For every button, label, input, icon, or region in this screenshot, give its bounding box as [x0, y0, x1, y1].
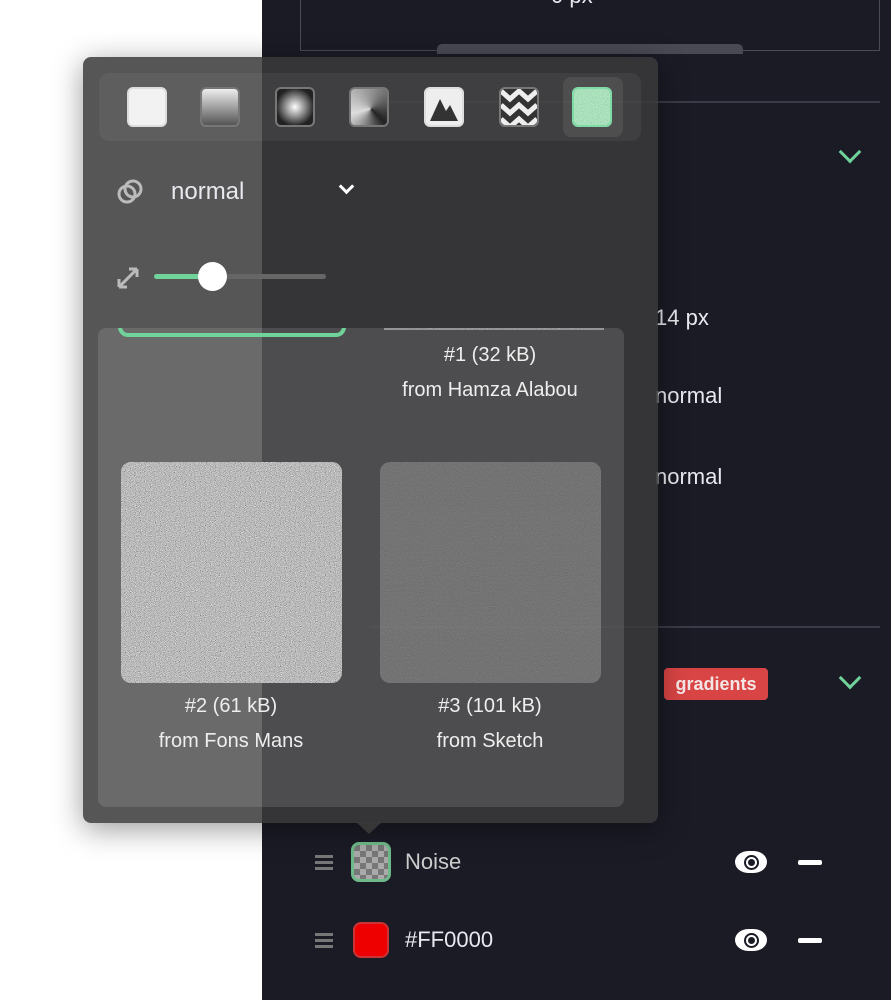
- preset-label: #1 (32 kB): [443, 344, 537, 366]
- fill-name: Noise: [405, 849, 462, 874]
- fill-row-noise[interactable]: Noise: [300, 837, 860, 887]
- preset-label: #2 (61 kB): [184, 695, 278, 717]
- blend-mode-select[interactable]: normal: [171, 178, 244, 206]
- image-fill-icon[interactable]: [424, 87, 464, 127]
- size-value: 14 px: [655, 305, 709, 330]
- fill-type-selector: [99, 73, 641, 141]
- preset-3-thumbnail[interactable]: [380, 462, 601, 683]
- blend-value-1[interactable]: normal: [655, 383, 722, 409]
- remove-icon[interactable]: [798, 859, 822, 865]
- preset-selected-outline: [118, 328, 346, 337]
- fill-name: #FF0000: [405, 927, 494, 952]
- popover-arrow: [356, 822, 382, 834]
- preset-1-thumbnail[interactable]: [384, 328, 604, 330]
- preset-source: from Hamza Alabou: [402, 379, 578, 401]
- scale-slider[interactable]: [154, 262, 326, 291]
- pattern-fill-icon[interactable]: [499, 87, 539, 127]
- segment-tab[interactable]: [437, 44, 743, 54]
- drag-handle-icon[interactable]: [315, 852, 333, 873]
- preset-2-thumbnail[interactable]: [121, 462, 342, 683]
- chevron-down-icon[interactable]: [338, 178, 355, 195]
- noise-presets-grid: #1 (32 kB) from Hamza Alabou #2 (61 kB) …: [98, 328, 624, 807]
- preset-source: from Fons Mans: [158, 730, 304, 752]
- slider-thumb[interactable]: [198, 262, 227, 291]
- noise-fill-icon[interactable]: [572, 87, 612, 127]
- linear-gradient-icon[interactable]: [200, 87, 240, 127]
- remove-icon[interactable]: [798, 937, 822, 943]
- blend-mode-icon: [116, 178, 144, 206]
- expand-icon: [115, 265, 141, 291]
- color-swatch[interactable]: [353, 922, 389, 958]
- radial-gradient-icon[interactable]: [275, 87, 315, 127]
- eye-icon[interactable]: [735, 851, 767, 873]
- blend-value-2[interactable]: normal: [655, 464, 722, 490]
- eye-icon[interactable]: [735, 929, 767, 951]
- fill-popover: normal #1 (32 kB) from Hamza Alabou #2 (…: [83, 57, 658, 823]
- fill-row-red[interactable]: #FF0000: [300, 915, 860, 965]
- preset-source: from Sketch: [436, 730, 544, 752]
- angular-gradient-icon[interactable]: [349, 87, 389, 127]
- solid-fill-icon[interactable]: [127, 87, 167, 127]
- preset-label: #3 (101 kB): [438, 695, 542, 717]
- border-width-value: 0 px: [551, 0, 593, 9]
- gradients-badge[interactable]: gradients: [664, 668, 768, 700]
- drag-handle-icon[interactable]: [315, 930, 333, 951]
- noise-swatch[interactable]: [351, 842, 391, 882]
